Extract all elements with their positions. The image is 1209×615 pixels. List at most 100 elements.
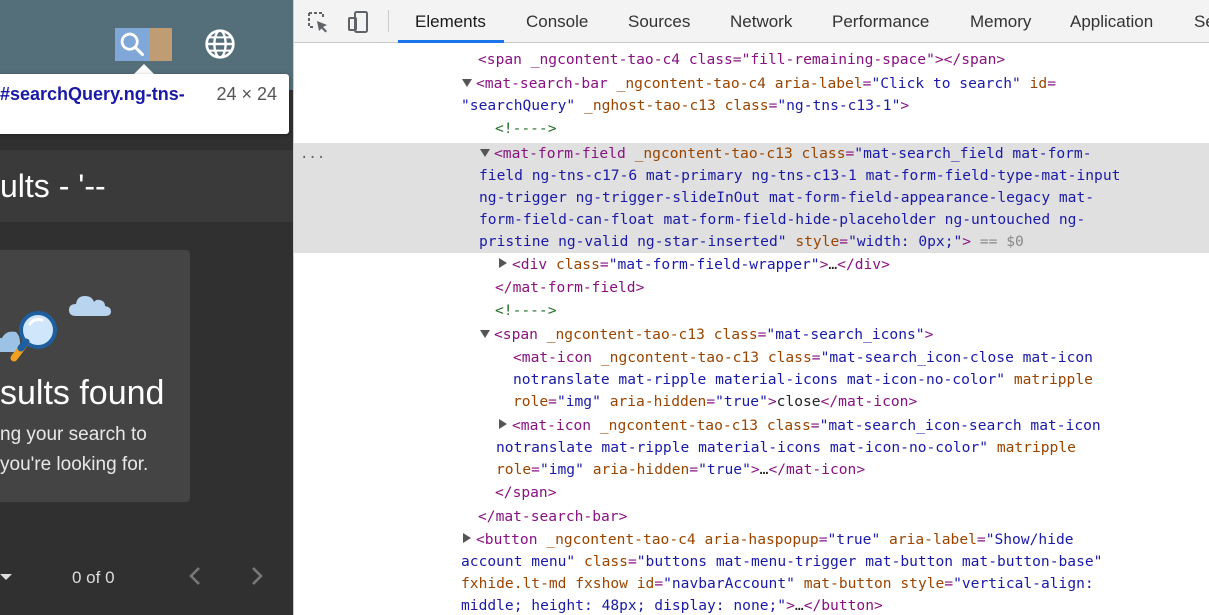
dom-attr-name: _ngcontent-tao-c4	[616, 75, 766, 92]
tooltip-selector: #searchQuery.ng-tns-	[0, 84, 185, 104]
dom-tag: </mat-icon>	[820, 393, 918, 410]
dom-line-search-icons[interactable]: <span _ngcontent-tao-c13 class="mat-sear…	[480, 324, 933, 346]
dom-attr-name: role	[513, 393, 549, 410]
toolbar-divider	[388, 10, 389, 32]
tooltip-size: 24 × 24	[216, 84, 277, 104]
globe-icon[interactable]	[204, 28, 236, 60]
tab-console[interactable]: Console	[526, 0, 588, 43]
dom-attr-name: id	[1029, 75, 1048, 92]
tab-network[interactable]: Network	[730, 0, 792, 43]
search-icon[interactable]	[118, 30, 146, 58]
expand-triangle-icon[interactable]	[480, 330, 490, 338]
dom-tag: </span>	[495, 484, 557, 501]
dom-line-account-button-cont[interactable]: fxhide.lt-md fxshow id="navbarAccount" m…	[461, 573, 1094, 595]
dom-attr-name: aria-label	[889, 531, 977, 548]
dom-attr-name: _ngcontent-tao-c13	[599, 417, 759, 434]
dom-line-icon-close-cont[interactable]: notranslate mat-ripple material-icons ma…	[513, 369, 1093, 391]
dom-text-node: close	[776, 393, 821, 410]
dom-line-form-field-cont[interactable]: field ng-tns-c17-6 mat-primary ng-tns-c1…	[479, 165, 1120, 187]
dom-attr-name: mat-button	[803, 575, 892, 592]
dom-line-icon-close[interactable]: <mat-icon _ngcontent-tao-c13 class="mat-…	[513, 347, 1093, 369]
page-size-dropdown-icon[interactable]	[0, 574, 12, 580]
dom-line-comment[interactable]: <!---->	[495, 300, 557, 322]
chevron-left-icon[interactable]	[184, 564, 208, 588]
dom-line-form-field-selected[interactable]: <mat-form-field _ngcontent-tao-c13 class…	[480, 143, 1092, 165]
dom-attr-name: role	[496, 461, 532, 478]
dom-attr-name: aria-haspopup	[704, 531, 819, 548]
page-range-label: 0 of 0	[72, 568, 115, 587]
dom-line-search-bar-cont[interactable]: "searchQuery" _nghost-tao-c13 class="ng-…	[461, 95, 909, 117]
dom-tag: </mat-search-bar>	[478, 508, 628, 525]
tab-memory[interactable]: Memory	[970, 0, 1031, 43]
dom-line-form-field-cont[interactable]: ng-trigger ng-trigger-slideInOut mat-for…	[479, 187, 1094, 209]
dom-line-search-bar-open[interactable]: <mat-search-bar _ngcontent-tao-c4 aria-l…	[462, 73, 1056, 95]
collapsed-triangle-icon[interactable]	[499, 419, 507, 429]
dom-attr-value: "searchQuery"	[461, 97, 576, 114]
dom-line-icon-search-cont[interactable]: role="img" aria-hidden="true">…</mat-ico…	[496, 459, 865, 481]
magnifier-icon	[0, 311, 57, 362]
dom-line-form-field-close[interactable]: </mat-form-field>	[495, 277, 644, 299]
dom-attr-name: _ngcontent-tao-c13	[634, 145, 793, 162]
active-tab-indicator	[398, 40, 504, 43]
dom-tag: </div>	[837, 256, 890, 273]
dom-line-icon-search[interactable]: <mat-icon _ngcontent-tao-c13 class="mat-…	[498, 415, 1101, 437]
dom-attr-value: "img"	[556, 393, 601, 410]
dom-line-account-button-cont[interactable]: account menu" class="buttons mat-menu-tr…	[461, 551, 1102, 573]
dom-attr-value: "mat-search_icons"	[766, 326, 925, 343]
dom-line-account-button-cont[interactable]: middle; height: 48px; display: none;">…<…	[461, 595, 883, 615]
dom-attr-value: "vertical-align:	[953, 575, 1094, 592]
results-title-bar: ults - '--	[0, 150, 293, 222]
dom-line-comment[interactable]: <!---->	[495, 118, 557, 140]
dom-tree: ... <span _ngcontent-tao-c4 class="fill-…	[294, 44, 1209, 615]
selected-node-marker: == $0	[979, 233, 1024, 250]
dom-line-wrapper-div[interactable]: <div class="mat-form-field-wrapper">…</d…	[498, 254, 890, 276]
dom-line-account-button[interactable]: <button _ngcontent-tao-c4 aria-haspopup=…	[462, 529, 1074, 551]
dom-node-text: <span _ngcontent-tao-c4 class="fill-rema…	[478, 51, 1006, 68]
cloud-icon	[69, 296, 111, 316]
no-results-card: sults found ng your search to you're loo…	[0, 250, 190, 502]
dom-comment: <!---->	[495, 120, 557, 137]
chevron-right-icon[interactable]	[244, 564, 268, 588]
tab-sources[interactable]: Sources	[628, 0, 690, 43]
tab-application[interactable]: Application	[1070, 0, 1153, 43]
dom-attr-value: "mat-search_icon-search mat-icon	[819, 417, 1101, 434]
device-toolbar-icon[interactable]	[346, 10, 370, 34]
collapsed-ellipsis[interactable]: …	[795, 597, 804, 614]
dom-attr-name: class	[713, 326, 758, 343]
tab-performance[interactable]: Performance	[832, 0, 929, 43]
dom-line-fill-space[interactable]: <span _ngcontent-tao-c4 class="fill-rema…	[478, 49, 1005, 71]
inspect-element-icon[interactable]	[306, 10, 330, 34]
dom-line-search-bar-close[interactable]: </mat-search-bar>	[478, 506, 627, 528]
dom-line-icon-search-cont[interactable]: notranslate mat-ripple material-icons ma…	[496, 437, 1076, 459]
dom-attr-value: "navbarAccount"	[663, 575, 795, 592]
collapsed-ellipsis[interactable]: …	[828, 256, 837, 273]
dom-line-span-close[interactable]: </span>	[495, 482, 557, 504]
dom-attr-name: matripple	[1013, 371, 1093, 388]
node-actions-dots[interactable]: ...	[300, 143, 325, 165]
inspect-tooltip: #searchQuery.ng-tns- 24 × 24	[0, 74, 289, 134]
page-preview: #searchQuery.ng-tns- 24 × 24 ults - '-- …	[0, 0, 293, 615]
dom-attr-value: "mat-form-field-wrapper"	[608, 256, 820, 273]
dom-attr-value: ng-trigger ng-trigger-slideInOut mat-for…	[479, 189, 1095, 206]
expand-triangle-icon[interactable]	[480, 149, 490, 157]
dom-attr-name: class	[724, 97, 769, 114]
dom-attr-value: "true"	[827, 531, 881, 548]
tab-elements[interactable]: Elements	[415, 0, 486, 43]
collapsed-triangle-icon[interactable]	[499, 258, 507, 268]
dom-attr-value: notranslate mat-ripple material-icons ma…	[513, 371, 1006, 388]
expand-triangle-icon[interactable]	[462, 79, 472, 87]
tab-sensors[interactable]: Se	[1194, 0, 1209, 43]
no-results-hint-line2: you're looking for.	[0, 454, 149, 475]
dom-attr-value: "buttons mat-menu-trigger mat-button mat…	[636, 553, 1103, 570]
tooltip-arrow	[134, 64, 154, 74]
collapsed-triangle-icon[interactable]	[463, 533, 471, 543]
dom-line-icon-close-cont[interactable]: role="img" aria-hidden="true">close</mat…	[513, 391, 917, 413]
dom-line-form-field-cont[interactable]: form-field-can-float mat-form-field-hide…	[479, 209, 1085, 231]
dom-attr-value: "mat-search_icon-close mat-icon	[820, 349, 1093, 366]
dom-line-form-field-cont[interactable]: pristine ng-valid ng-star-inserted" styl…	[479, 231, 1024, 253]
dom-attr-name: class	[584, 553, 628, 570]
dom-attr-value: pristine ng-valid ng-star-inserted"	[479, 233, 787, 250]
dom-tag: <mat-search-bar	[476, 75, 608, 92]
dom-attr-value: middle; height: 48px; display: none;"	[461, 597, 787, 614]
dom-attr-name: class	[801, 145, 846, 162]
